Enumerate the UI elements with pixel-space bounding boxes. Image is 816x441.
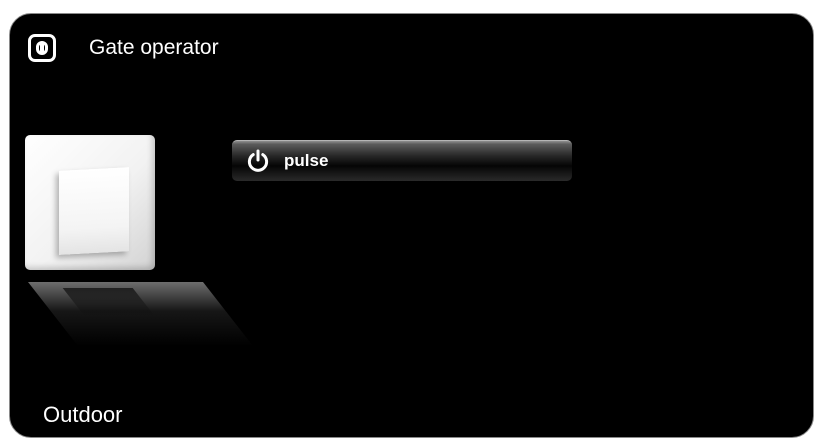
device-panel: Gate operator pulse Outdoor xyxy=(9,13,814,438)
location-label: Outdoor xyxy=(43,402,123,427)
switch-reflection xyxy=(28,282,254,346)
page-title: Gate operator xyxy=(89,36,219,59)
switch-plate xyxy=(25,135,155,270)
pulse-button[interactable]: pulse xyxy=(232,140,572,181)
gate-operator-icon xyxy=(28,34,56,62)
wall-switch-image xyxy=(22,132,254,352)
pulse-button-label: pulse xyxy=(284,151,329,170)
switch-rocker xyxy=(59,167,129,255)
power-icon xyxy=(247,149,269,172)
